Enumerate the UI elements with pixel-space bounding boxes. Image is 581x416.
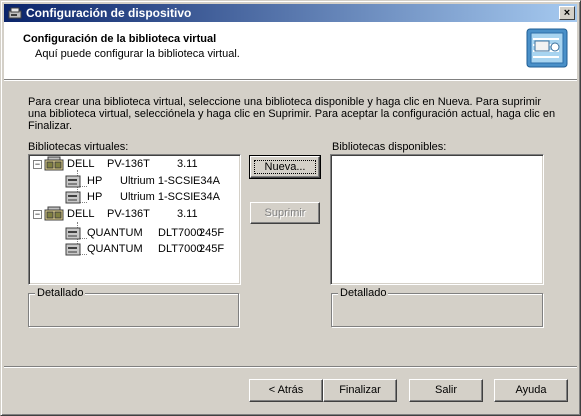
library-model: PV-136T [107, 158, 150, 170]
collapse-toggle[interactable]: − [33, 210, 42, 219]
device-config-icon [7, 5, 23, 21]
tree-node-drive[interactable]: QUANTUM DLT7000 245F [29, 241, 239, 257]
instructions-text: Para crear una biblioteca virtual, selec… [28, 96, 556, 132]
help-button[interactable]: Ayuda [494, 379, 568, 402]
drive-revision: E34A [193, 175, 220, 187]
drive-revision: E34A [193, 191, 220, 203]
title-bar[interactable]: Configuración de dispositivo × [4, 4, 577, 22]
close-button[interactable]: × [559, 6, 575, 20]
drive-vendor: HP [87, 191, 103, 203]
details-legend-left: Detallado [35, 287, 86, 299]
tape-drive-icon [65, 189, 83, 205]
tape-library-icon [44, 206, 64, 222]
collapse-toggle[interactable]: − [33, 160, 42, 169]
available-libraries-label: Bibliotecas disponibles: [332, 141, 447, 153]
library-model: PV-136T [107, 208, 150, 220]
wizard-header: Configuración de la biblioteca virtual A… [4, 22, 577, 79]
tree-node-library[interactable]: − DELL PV-136T 3.11 [29, 206, 239, 222]
drive-model: DLT7000 [158, 243, 203, 255]
tape-drive-icon [65, 241, 83, 257]
drive-model: Ultrium 1-SCSI [120, 175, 194, 187]
drive-model: DLT7000 [158, 227, 203, 239]
footer-separator [4, 366, 577, 368]
library-wizard-icon [521, 25, 571, 71]
library-revision: 3.11 [177, 208, 198, 220]
tree-node-library[interactable]: − DELL PV-136T 3.11 [29, 156, 239, 172]
drive-vendor: HP [87, 175, 103, 187]
details-group-right: Detallado [331, 287, 543, 327]
window-title: Configuración de dispositivo [26, 6, 192, 20]
header-separator [4, 79, 577, 81]
drive-revision: 245F [199, 227, 225, 239]
dialog-window: Configuración de dispositivo × Configura… [0, 0, 581, 416]
tape-drive-icon [65, 173, 83, 189]
virtual-libraries-label: Bibliotecas virtuales: [28, 141, 129, 153]
drive-model: Ultrium 1-SCSI [120, 191, 194, 203]
tree-node-drive[interactable]: HP Ultrium 1-SCSI E34A [29, 189, 239, 205]
tree-node-drive[interactable]: QUANTUM DLT7000 245F [29, 225, 239, 241]
library-revision: 3.11 [177, 158, 198, 170]
drive-vendor: QUANTUM [87, 227, 143, 239]
header-subtitle: Aquí puede configurar la biblioteca virt… [35, 48, 240, 60]
details-legend-right: Detallado [338, 287, 389, 299]
drive-vendor: QUANTUM [87, 243, 143, 255]
drive-revision: 245F [199, 243, 225, 255]
tape-library-icon [44, 156, 64, 172]
finish-button[interactable]: Finalizar [323, 379, 397, 402]
available-libraries-list[interactable] [330, 154, 544, 285]
library-vendor: DELL [67, 158, 95, 170]
exit-button[interactable]: Salir [409, 379, 483, 402]
library-vendor: DELL [67, 208, 95, 220]
header-title: Configuración de la biblioteca virtual [23, 33, 217, 45]
tape-drive-icon [65, 225, 83, 241]
delete-library-button[interactable]: Suprimir [250, 202, 320, 224]
new-library-button[interactable]: Nueva... [249, 155, 321, 179]
details-group-left: Detallado [28, 287, 239, 327]
virtual-libraries-tree[interactable]: − DELL PV-136T 3.11 HP Ultrium 1-SCSI E3… [28, 154, 241, 285]
tree-node-drive[interactable]: HP Ultrium 1-SCSI E34A [29, 173, 239, 189]
back-button[interactable]: < Atrás [249, 379, 323, 402]
